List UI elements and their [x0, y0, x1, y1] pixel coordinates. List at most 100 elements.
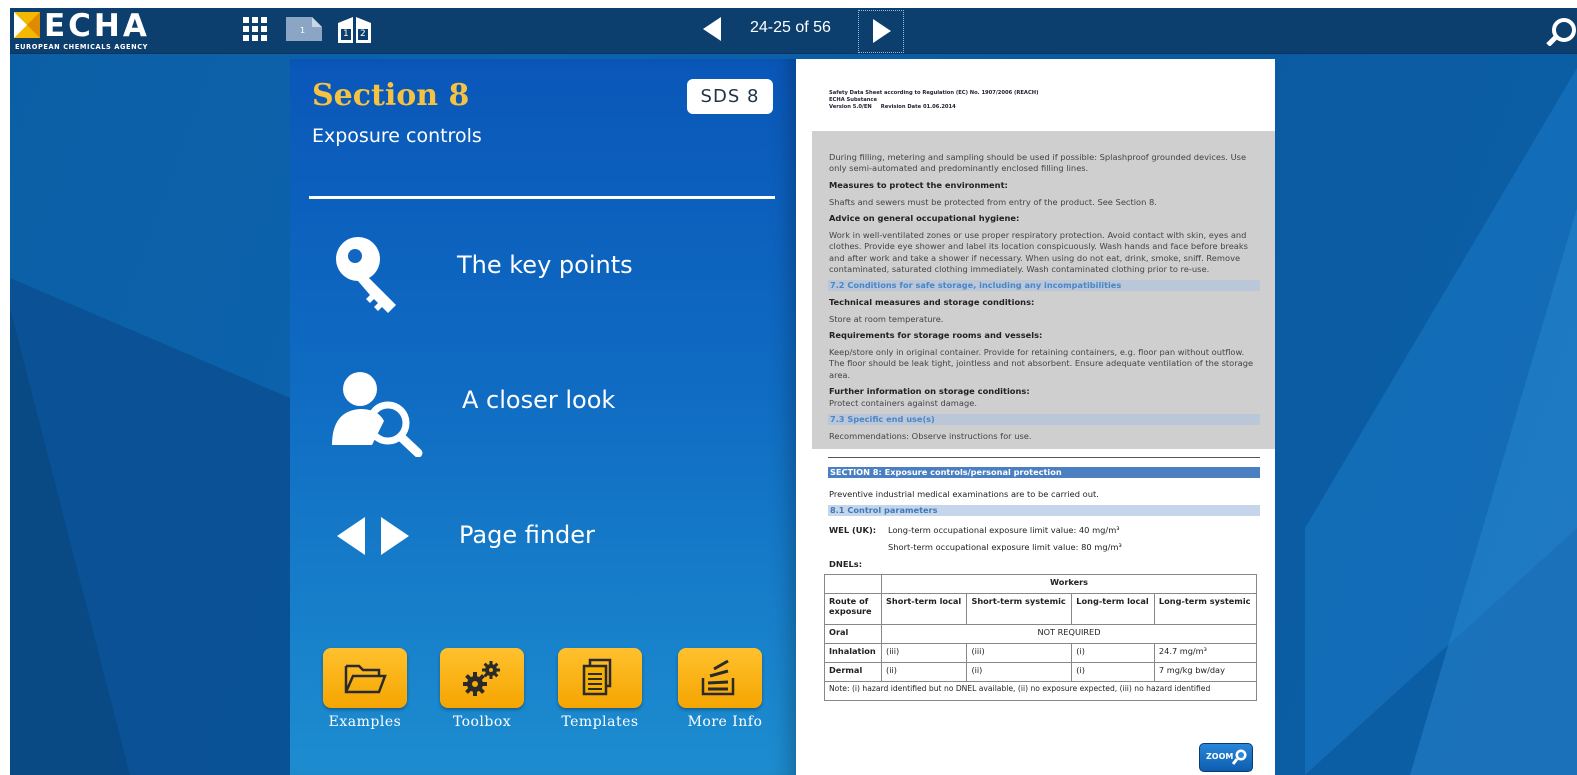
table-row: Route of exposure Short-term local Short…: [824, 593, 1258, 625]
grey-para-1: During filling, metering and sampling sh…: [829, 152, 1247, 174]
open-folder-icon: [344, 664, 387, 694]
toolbox-button[interactable]: [440, 648, 524, 708]
table-row: Inhalation (iii) (iii) (i) 24.7 mg/m³: [824, 643, 1258, 663]
echa-logo[interactable]: ECHA EUROPEAN CHEMICALS AGENCY: [14, 8, 184, 51]
grey-heading-env: Measures to protect the environment:: [829, 180, 1008, 190]
divider: [309, 196, 775, 199]
page-indicator: 24-25 of 56: [750, 19, 831, 36]
table-cell-header: Short-term local: [880, 593, 968, 625]
menu-item-key-points[interactable]: The key points: [290, 224, 796, 324]
zoom-label: ZOOM: [1206, 752, 1234, 761]
double-page-icon: [338, 17, 371, 43]
dnel-table: Workers Route of exposure Short-term loc…: [824, 574, 1258, 701]
grey-heading-technical: Technical measures and storage condition…: [829, 297, 1035, 307]
table-cell: 24.7 mg/m³: [1153, 643, 1258, 663]
double-page-view-button[interactable]: 1 2: [336, 17, 373, 43]
previous-page-icon[interactable]: [703, 17, 721, 41]
viewer-stage: ECHA EUROPEAN CHEMICALS AGENCY 1 1 2 24-…: [10, 8, 1577, 775]
grey-heading-further: Further information on storage condition…: [829, 386, 1030, 396]
section-8-title: SECTION 8: Exposure controls/personal pr…: [828, 467, 1260, 478]
menu-item-closer-look[interactable]: A closer look: [290, 359, 796, 459]
table-cell-header: Short-term systemic: [966, 593, 1073, 625]
dnels-label: DNELs:: [829, 559, 863, 569]
table-cell-header: Long-term local: [1071, 593, 1155, 625]
menu-label-closer-look: A closer look: [462, 386, 616, 414]
grey-heading-hygiene: Advice on general occupational hygiene:: [829, 213, 1020, 223]
table-cell: [824, 574, 882, 594]
section-divider: [828, 457, 1260, 458]
menu-label-page-finder: Page finder: [459, 521, 595, 549]
grey-para-7: Recommendations: Observe instructions fo…: [829, 431, 1032, 441]
stack-info-icon: [701, 659, 735, 696]
sec-7-2: 7.2 Conditions for safe storage, includi…: [828, 280, 1260, 291]
table-cell-route: Route of exposure: [824, 593, 882, 625]
table-row: Note: (i) hazard identified but no DNEL …: [824, 681, 1257, 701]
table-cell-route: Oral: [824, 624, 882, 644]
logo-subtitle: EUROPEAN CHEMICALS AGENCY: [15, 43, 149, 51]
grey-para-2: Shafts and sewers must be protected from…: [829, 197, 1157, 207]
grey-para-3: Work in well-ventilated zones or use pro…: [829, 230, 1249, 274]
zoom-button[interactable]: ZOOM: [1199, 743, 1253, 772]
top-toolbar: ECHA EUROPEAN CHEMICALS AGENCY 1 1 2 24-…: [10, 8, 1577, 54]
table-cell: (iii): [880, 643, 968, 663]
menu-label-key-points: The key points: [457, 251, 633, 279]
double-page-left-number: 1: [343, 29, 349, 39]
double-page-right-number: 2: [360, 29, 366, 39]
header-line-2: ECHA Substance: [829, 97, 878, 103]
templates-label: Templates: [561, 714, 639, 730]
menu-item-page-finder[interactable]: Page finder: [290, 494, 796, 594]
wel-short-term: Short-term occupational exposure limit v…: [888, 542, 1122, 552]
table-cell-workers: Workers: [881, 574, 1257, 594]
preventive-text: Preventive industrial medical examinatio…: [829, 489, 1099, 499]
more-info-label: More Info: [687, 714, 763, 730]
header-line-1: Safety Data Sheet according to Regulatio…: [829, 90, 1039, 96]
table-cell: (i): [1071, 662, 1155, 682]
documents-icon: [582, 658, 612, 696]
document-header: Safety Data Sheet according to Regulatio…: [829, 90, 1038, 111]
grid-view-icon[interactable]: [243, 17, 267, 41]
table-cell-header: Long-term systemic: [1153, 593, 1258, 625]
examples-button[interactable]: [323, 648, 407, 708]
wel-long-term: Long-term occupational exposure limit va…: [888, 525, 1120, 535]
logo-text: ECHA: [44, 8, 150, 44]
table-note: Note: (i) hazard identified but no DNEL …: [824, 681, 1257, 701]
echa-logo-icon: [14, 12, 40, 38]
person-magnifier-icon: [332, 372, 423, 457]
templates-button[interactable]: [558, 648, 642, 708]
table-cell: 7 mg/kg bw/day: [1153, 662, 1258, 682]
grey-para-6: Protect containers against damage.: [829, 398, 977, 408]
gears-icon: [463, 661, 500, 696]
wel-label: WEL (UK):: [829, 525, 877, 535]
left-right-arrows-icon: [337, 517, 409, 555]
examples-label: Examples: [328, 714, 402, 730]
sds-badge: SDS 8: [687, 79, 773, 114]
table-cell: (ii): [880, 662, 968, 682]
next-page-icon: [873, 19, 891, 43]
next-page-button[interactable]: [858, 10, 904, 53]
table-cell: (iii): [966, 643, 1073, 663]
key-icon: [336, 237, 396, 313]
single-page-view-button[interactable]: 1: [286, 17, 322, 41]
right-page-document: Safety Data Sheet according to Regulatio…: [796, 59, 1275, 775]
table-row: Oral NOT REQUIRED: [824, 624, 1257, 644]
table-cell-route: Inhalation: [824, 643, 882, 663]
table-cell-route: Dermal: [824, 662, 882, 682]
more-info-button[interactable]: [678, 648, 762, 708]
toolbox-label: Toolbox: [452, 714, 512, 730]
sec-7-3: 7.3 Specific end use(s): [828, 414, 1260, 425]
table-row: Workers: [824, 574, 1257, 594]
grey-para-4: Store at room temperature.: [829, 314, 944, 324]
table-cell: (ii): [966, 662, 1073, 682]
sub-8-1: 8.1 Control parameters: [828, 505, 1260, 516]
section-title: Section 8: [312, 78, 470, 113]
table-cell: (i): [1071, 643, 1155, 663]
search-icon[interactable]: [1546, 18, 1577, 46]
left-page-menu: Section 8 Exposure controls SDS 8 The ke…: [290, 59, 796, 775]
header-line-3: Version 5.0/EN Revision Date 01.06.2014: [829, 104, 956, 110]
table-cell: NOT REQUIRED: [881, 624, 1257, 644]
magnifier-icon: [1231, 749, 1247, 765]
table-row: Dermal (ii) (ii) (i) 7 mg/kg bw/day: [824, 662, 1258, 682]
single-page-number: 1: [300, 26, 306, 35]
section-subtitle: Exposure controls: [312, 125, 482, 147]
grey-para-5: Keep/store only in original container. P…: [829, 347, 1254, 380]
